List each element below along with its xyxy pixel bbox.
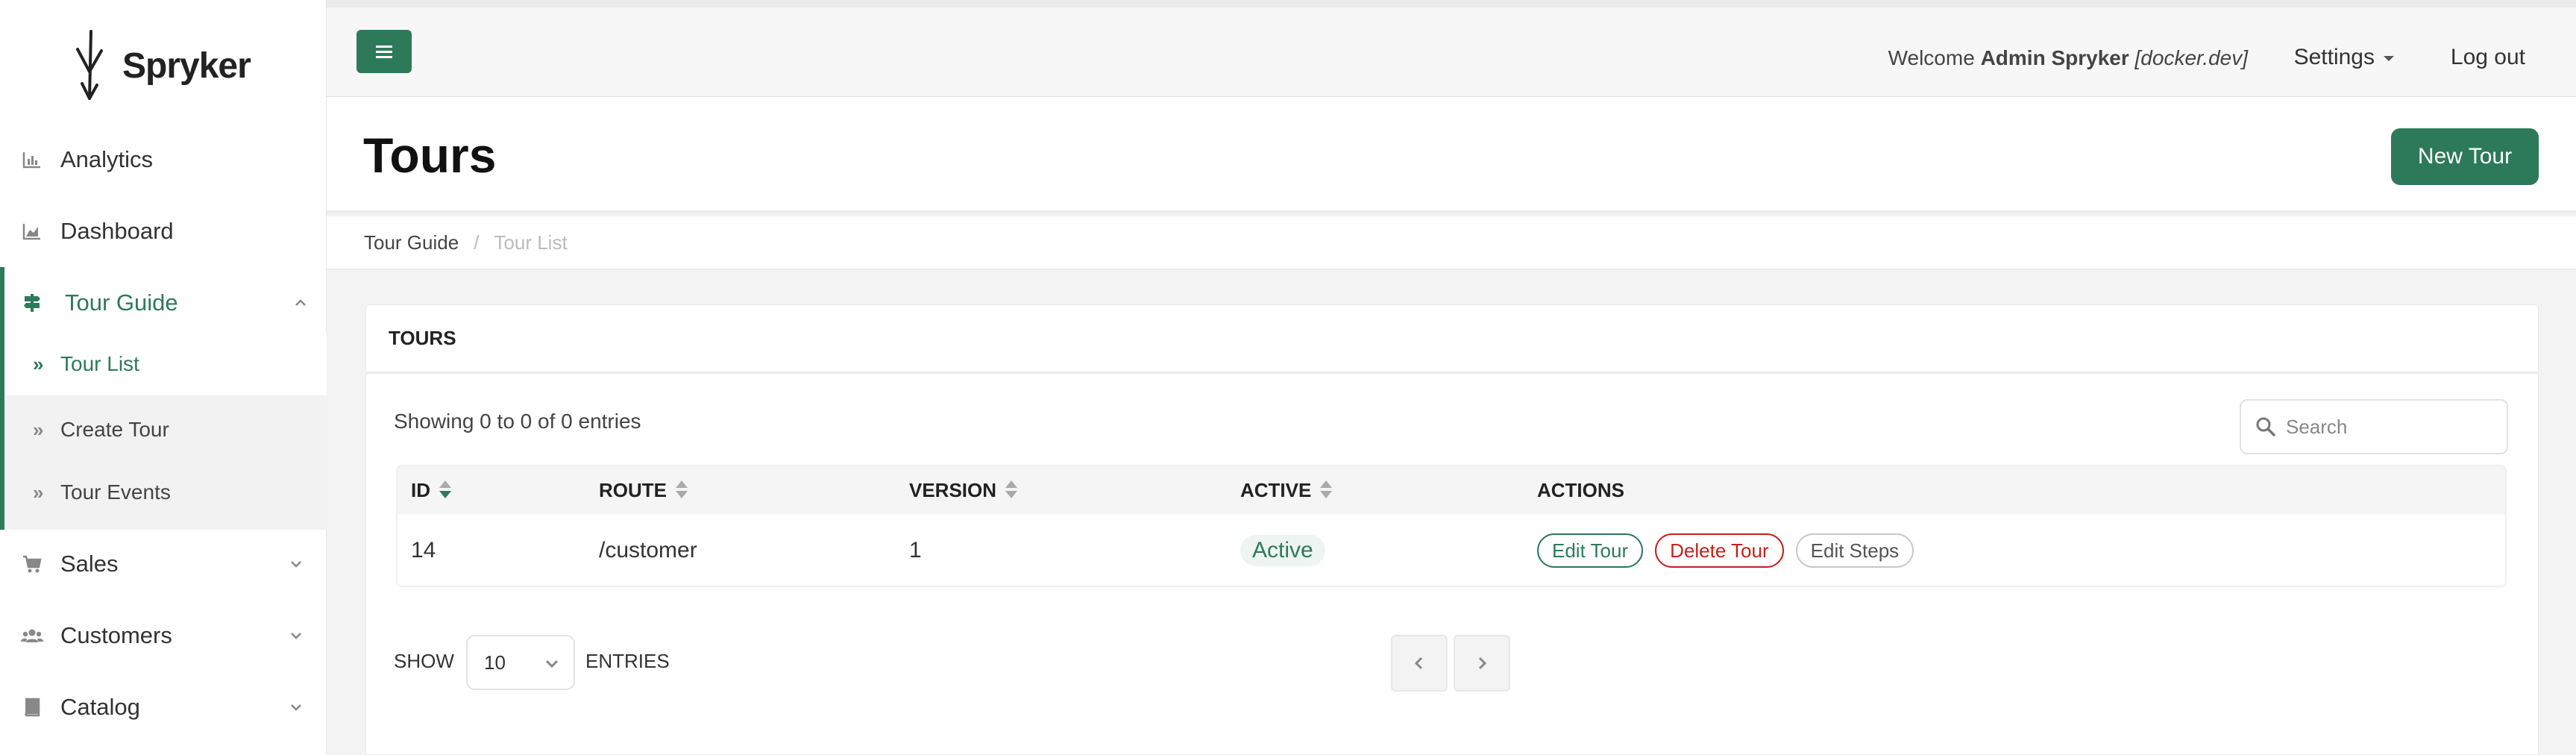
edit-tour-button[interactable]: Edit Tour <box>1537 533 1644 568</box>
column-header-id[interactable]: ID <box>411 466 451 514</box>
sidebar-submenu: » Tour List » Create Tour » Tour Events <box>0 333 327 530</box>
sort-icon <box>676 480 688 500</box>
cell-version: 1 <box>909 538 922 563</box>
sort-icon <box>1320 480 1333 500</box>
cell-route: /customer <box>599 538 697 563</box>
column-header-version[interactable]: VERSION <box>909 466 1018 514</box>
chevron-up-icon <box>292 295 309 311</box>
sidebar-item-sales[interactable]: Sales <box>0 528 327 600</box>
sidebar-item-label: Catalog <box>60 694 140 720</box>
signpost-icon <box>21 292 43 314</box>
show-label: SHOW <box>394 650 454 672</box>
top-border <box>0 0 2576 7</box>
chevron-left-icon <box>1414 657 1423 670</box>
users-icon <box>21 624 43 647</box>
sidebar-item-label: Tour Guide <box>65 289 178 316</box>
hamburger-icon <box>376 50 392 53</box>
search-icon <box>2255 416 2277 438</box>
next-page-button[interactable] <box>1454 635 1510 692</box>
cell-id: 14 <box>411 538 436 563</box>
column-header-route[interactable]: ROUTE <box>599 466 688 514</box>
sidebar: Spryker Analytics Dashboard Tour Guide »… <box>0 0 327 755</box>
sort-desc-icon <box>439 480 451 500</box>
breadcrumb-parent[interactable]: Tour Guide <box>364 231 459 254</box>
column-header-active[interactable]: ACTIVE <box>1240 466 1333 514</box>
menu-toggle-button[interactable] <box>356 30 412 73</box>
table-row: 14 /customer 1 Active Edit Tour Delete T… <box>398 514 2505 586</box>
column-label: ROUTE <box>599 478 667 501</box>
panel-title: TOURS <box>366 305 2538 374</box>
settings-label: Settings <box>2293 45 2375 69</box>
previous-page-button[interactable] <box>1391 635 1448 692</box>
sort-icon <box>1005 480 1018 500</box>
spryker-logo-icon <box>76 30 103 100</box>
entries-info: Showing 0 to 0 of 0 entries <box>394 410 641 433</box>
bar-chart-icon <box>21 148 43 171</box>
chevron-down-icon <box>288 627 304 644</box>
double-chevron-right-icon: » <box>33 418 44 441</box>
sidebar-item-label: Analytics <box>60 146 154 172</box>
page-size-value: 10 <box>484 651 506 674</box>
caret-down-icon <box>2384 55 2394 61</box>
sidebar-subitem-tour-events[interactable]: » Tour Events <box>4 461 327 524</box>
column-label: ID <box>411 478 430 501</box>
sidebar-subitem-tour-list[interactable]: » Tour List <box>4 333 327 395</box>
chevron-down-icon <box>542 654 562 674</box>
book-icon <box>21 696 43 718</box>
delete-tour-button[interactable]: Delete Tour <box>1655 533 1784 568</box>
welcome-text: Welcome Admin Spryker [docker.dev] <box>1888 46 2248 70</box>
sidebar-subitem-label: Tour List <box>60 352 139 375</box>
sidebar-item-label: Customers <box>60 622 172 648</box>
welcome-prefix: Welcome <box>1888 46 1975 69</box>
sidebar-subitem-create-tour[interactable]: » Create Tour <box>4 398 327 461</box>
breadcrumb-separator: / <box>474 231 480 254</box>
logo[interactable]: Spryker <box>67 27 276 104</box>
page-header: Tours New Tour <box>327 97 2576 213</box>
cell-active: Active <box>1240 514 1325 586</box>
column-label: ACTIVE <box>1240 478 1312 501</box>
tours-table: ID ROUTE VERSION ACTIVE ACTIONS 14 /cust… <box>396 465 2507 587</box>
logo-text: Spryker <box>122 46 251 86</box>
page-title: Tours <box>363 128 497 183</box>
area-chart-icon <box>21 220 43 242</box>
sidebar-item-dashboard[interactable]: Dashboard <box>0 195 327 267</box>
breadcrumb-current: Tour List <box>494 231 568 254</box>
chevron-down-icon <box>288 699 304 715</box>
sidebar-item-label: Sales <box>60 551 119 577</box>
column-header-actions: ACTIONS <box>1537 466 1624 514</box>
logout-link[interactable]: Log out <box>2451 45 2525 70</box>
page-size-select[interactable]: 10 <box>466 635 575 690</box>
edit-steps-button[interactable]: Edit Steps <box>1795 533 1914 568</box>
cell-actions: Edit Tour Delete Tour Edit Steps <box>1537 514 1926 586</box>
double-chevron-right-icon: » <box>33 352 44 375</box>
entries-label: ENTRIES <box>585 650 670 672</box>
cart-icon <box>21 553 43 575</box>
breadcrumb: Tour Guide / Tour List <box>327 216 2576 270</box>
sidebar-item-catalog[interactable]: Catalog <box>0 671 327 743</box>
double-chevron-right-icon: » <box>33 480 44 504</box>
top-bar: Welcome Admin Spryker [docker.dev] Setti… <box>327 7 2576 97</box>
search-box[interactable] <box>2240 399 2508 454</box>
sidebar-item-analytics[interactable]: Analytics <box>0 124 327 195</box>
new-tour-button[interactable]: New Tour <box>2391 128 2539 185</box>
environment-label: [docker.dev] <box>2134 46 2248 69</box>
tours-panel: TOURS Showing 0 to 0 of 0 entries ID ROU… <box>365 304 2539 755</box>
chevron-right-icon <box>1478 657 1487 670</box>
sidebar-item-tour-guide[interactable]: Tour Guide <box>0 267 327 339</box>
sidebar-subitem-label: Tour Events <box>60 480 171 504</box>
table-header: ID ROUTE VERSION ACTIVE ACTIONS <box>398 466 2505 514</box>
sidebar-item-label: Dashboard <box>60 218 174 244</box>
status-badge: Active <box>1240 535 1325 566</box>
column-label: ACTIONS <box>1537 478 1624 501</box>
user-name: Admin Spryker <box>1980 46 2129 69</box>
sidebar-item-customers[interactable]: Customers <box>0 600 327 671</box>
sidebar-subitem-label: Create Tour <box>60 418 169 441</box>
chevron-down-icon <box>288 556 304 572</box>
settings-dropdown[interactable]: Settings <box>2294 45 2394 70</box>
search-input[interactable] <box>2286 415 2502 439</box>
column-label: VERSION <box>909 478 997 501</box>
